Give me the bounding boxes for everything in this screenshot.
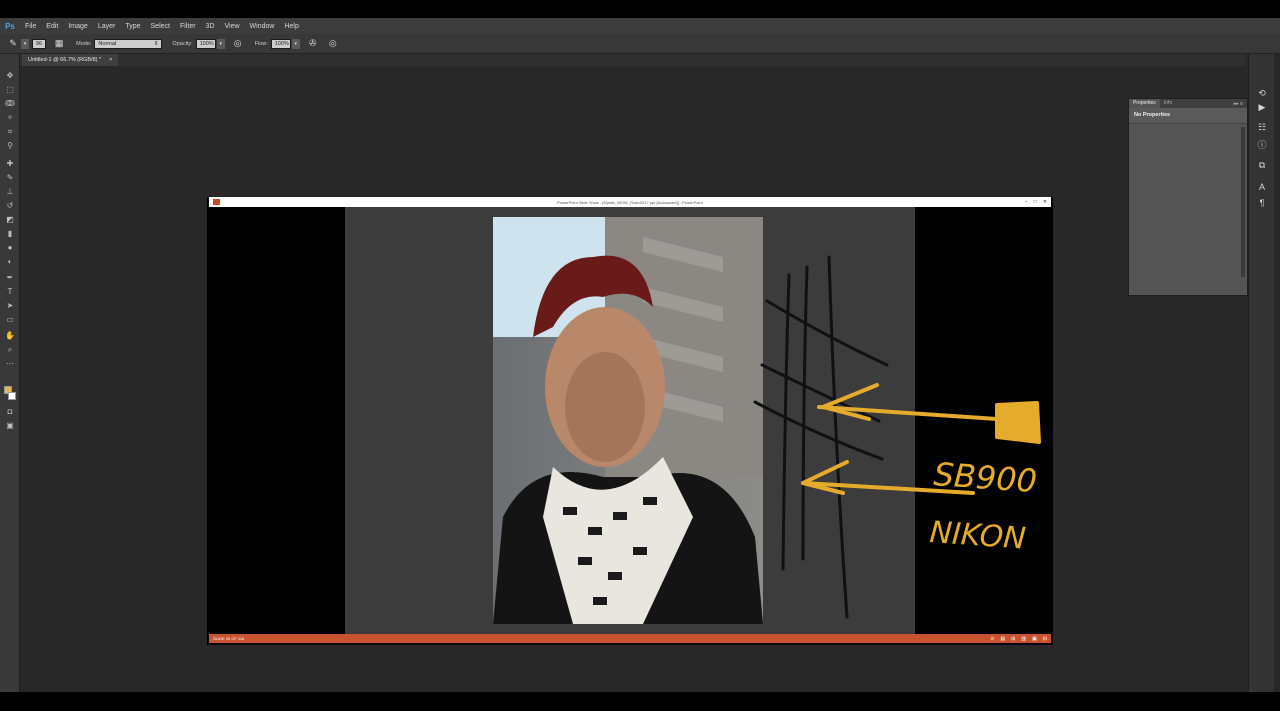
character-icon[interactable]: A bbox=[1255, 182, 1269, 194]
hand-tool-icon[interactable]: ✋ bbox=[4, 330, 16, 341]
document-tab-bar: Untitled-1 @ 66.7% (RGB/8) * × bbox=[20, 54, 1246, 66]
slide-counter: SLIDE 39 OF 116 bbox=[213, 636, 245, 641]
document-canvas[interactable]: PowerPoint Slide Show - [Mystic_WOW_Flas… bbox=[207, 197, 1053, 645]
airbrush-icon[interactable]: ✇ bbox=[306, 37, 320, 51]
powerpoint-title: PowerPoint Slide Show - [Mystic_WOW_Flas… bbox=[557, 199, 703, 205]
close-icon: ✕ bbox=[1042, 199, 1047, 205]
flow-input[interactable]: 100% bbox=[270, 38, 291, 49]
opacity-dropdown[interactable]: ▾ bbox=[216, 38, 225, 49]
menu-3d[interactable]: 3D bbox=[201, 23, 220, 30]
menu-window[interactable]: Window bbox=[245, 23, 280, 30]
dodge-tool-icon[interactable]: ◐ bbox=[4, 256, 16, 267]
pressure-size-icon[interactable]: ◎ bbox=[326, 37, 340, 51]
opacity-input[interactable]: 100% bbox=[195, 38, 216, 49]
menu-help[interactable]: Help bbox=[279, 23, 303, 30]
panel-dock: ⟲ ▶ ☷ ⓘ ⧉ A ¶ bbox=[1248, 54, 1274, 692]
brush-tool-icon[interactable]: ✎ bbox=[4, 172, 16, 183]
zoom-icon: ⊟ bbox=[1042, 635, 1047, 642]
mode-value: Normal bbox=[98, 40, 117, 47]
tool-preset-dropdown[interactable]: ▾ bbox=[21, 38, 29, 49]
tools-panel: ✥ ⬚ ↂ ✧ ⌗ ⚲ ✚ ✎ ⊥ ↺ ◩ ▮ ● ◐ ✒ T ➤ ▭ ✋ ⌕ … bbox=[0, 54, 20, 692]
healing-tool-icon[interactable]: ✚ bbox=[4, 158, 16, 169]
panel-menu-icon[interactable]: ▸▸ ≡ bbox=[1234, 101, 1247, 107]
zoom-tool-icon[interactable]: ⌕ bbox=[4, 344, 16, 355]
mode-select[interactable]: Normal ⇕ bbox=[94, 38, 163, 49]
notes-icon: ⊙ bbox=[990, 635, 995, 642]
panel-scrollbar[interactable] bbox=[1241, 127, 1245, 277]
menu-edit[interactable]: Edit bbox=[41, 23, 63, 30]
normal-view-icon: ▤ bbox=[1000, 635, 1006, 642]
menu-view[interactable]: View bbox=[220, 23, 245, 30]
slideshow-icon: ▣ bbox=[1032, 635, 1037, 642]
mode-label: Mode: bbox=[76, 40, 92, 47]
tab-info[interactable]: Info bbox=[1160, 99, 1176, 108]
tab-properties[interactable]: Properties bbox=[1129, 99, 1160, 108]
slide-letterbox-left bbox=[211, 207, 345, 634]
clone-stamp-tool-icon[interactable]: ⊥ bbox=[4, 186, 16, 197]
history-icon[interactable]: ⟲ bbox=[1255, 88, 1269, 100]
quick-select-tool-icon[interactable]: ✧ bbox=[4, 112, 16, 123]
menu-layer[interactable]: Layer bbox=[93, 23, 121, 30]
crop-tool-icon[interactable]: ⌗ bbox=[4, 126, 16, 137]
lasso-tool-icon[interactable]: ↂ bbox=[4, 98, 16, 109]
panel-tabs: Properties Info ▸▸ ≡ bbox=[1129, 99, 1247, 108]
move-tool-icon[interactable]: ✥ bbox=[4, 70, 16, 81]
slide-letterbox-right bbox=[915, 207, 1051, 634]
menu-bar: Ps File Edit Image Layer Type Select Fil… bbox=[0, 18, 1280, 34]
properties-panel: Properties Info ▸▸ ≡ No Properties bbox=[1128, 98, 1248, 296]
eraser-tool-icon[interactable]: ◩ bbox=[4, 214, 16, 225]
reading-view-icon: ▥ bbox=[1021, 635, 1027, 642]
gradient-tool-icon[interactable]: ▮ bbox=[4, 228, 16, 239]
pressure-opacity-icon[interactable]: ◎ bbox=[231, 37, 245, 51]
minimize-icon: – bbox=[1024, 199, 1028, 205]
canvas-area[interactable]: PowerPoint Slide Show - [Mystic_WOW_Flas… bbox=[20, 66, 1248, 692]
powerpoint-status-bar: SLIDE 39 OF 116 ⊙ ▤ ⊞ ▥ ▣ ⊟ bbox=[209, 634, 1051, 643]
menu-select[interactable]: Select bbox=[146, 23, 175, 30]
shape-tool-icon[interactable]: ▭ bbox=[4, 314, 16, 325]
status-icons: ⊙ ▤ ⊞ ▥ ▣ ⊟ bbox=[990, 636, 1047, 642]
paragraph-icon[interactable]: ¶ bbox=[1255, 198, 1269, 210]
powerpoint-icon bbox=[213, 199, 220, 205]
eyedropper-tool-icon[interactable]: ⚲ bbox=[4, 140, 16, 151]
background-color-swatch[interactable] bbox=[8, 392, 16, 400]
slide-sorter-icon: ⊞ bbox=[1011, 635, 1016, 642]
properties-icon[interactable]: ☷ bbox=[1255, 122, 1269, 134]
pen-tool-icon[interactable]: ✒ bbox=[4, 272, 16, 283]
menu-type[interactable]: Type bbox=[120, 23, 145, 30]
tool-presets-icon[interactable]: ⧉ bbox=[1255, 160, 1269, 172]
document-tab[interactable]: Untitled-1 @ 66.7% (RGB/8) * × bbox=[22, 54, 119, 66]
history-brush-tool-icon[interactable]: ↺ bbox=[4, 200, 16, 211]
brush-tool-icon[interactable]: ✎ bbox=[6, 37, 20, 51]
actions-icon[interactable]: ▶ bbox=[1255, 102, 1269, 114]
brush-panel-icon[interactable]: ▦ bbox=[52, 37, 66, 51]
chevron-down-icon: ⇕ bbox=[153, 40, 159, 47]
panel-heading: No Properties bbox=[1129, 108, 1247, 124]
menu-filter[interactable]: Filter bbox=[175, 23, 201, 30]
maximize-icon: □ bbox=[1033, 199, 1037, 205]
blur-tool-icon[interactable]: ● bbox=[4, 242, 16, 253]
info-icon[interactable]: ⓘ bbox=[1255, 138, 1269, 150]
quick-mask-icon[interactable]: ◘ bbox=[4, 406, 16, 417]
screen-mode-icon[interactable]: ▣ bbox=[4, 420, 16, 431]
more-tools-icon[interactable]: ⋯ bbox=[4, 358, 16, 369]
type-tool-icon[interactable]: T bbox=[4, 286, 16, 297]
path-select-tool-icon[interactable]: ➤ bbox=[4, 300, 16, 311]
app-logo: Ps bbox=[5, 21, 15, 31]
portrait-photo bbox=[493, 217, 763, 624]
document-tab-title: Untitled-1 @ 66.7% (RGB/8) * bbox=[28, 57, 102, 63]
window-controls: – □ ✕ bbox=[1025, 197, 1047, 207]
close-icon[interactable]: × bbox=[109, 57, 112, 63]
marquee-tool-icon[interactable]: ⬚ bbox=[4, 84, 16, 95]
menu-image[interactable]: Image bbox=[63, 23, 92, 30]
brush-size-picker[interactable]: 96 bbox=[32, 38, 47, 49]
options-bar: ✎ ▾ 96 ▦ Mode: Normal ⇕ Opacity: 100% ▾ ◎… bbox=[0, 34, 1280, 54]
photoshop-window: Ps File Edit Image Layer Type Select Fil… bbox=[0, 18, 1280, 692]
opacity-label: Opacity: bbox=[172, 40, 193, 47]
flow-dropdown[interactable]: ▾ bbox=[291, 38, 300, 49]
menu-file[interactable]: File bbox=[20, 23, 41, 30]
flow-label: Flow: bbox=[254, 40, 268, 47]
powerpoint-titlebar: PowerPoint Slide Show - [Mystic_WOW_Flas… bbox=[209, 197, 1051, 207]
